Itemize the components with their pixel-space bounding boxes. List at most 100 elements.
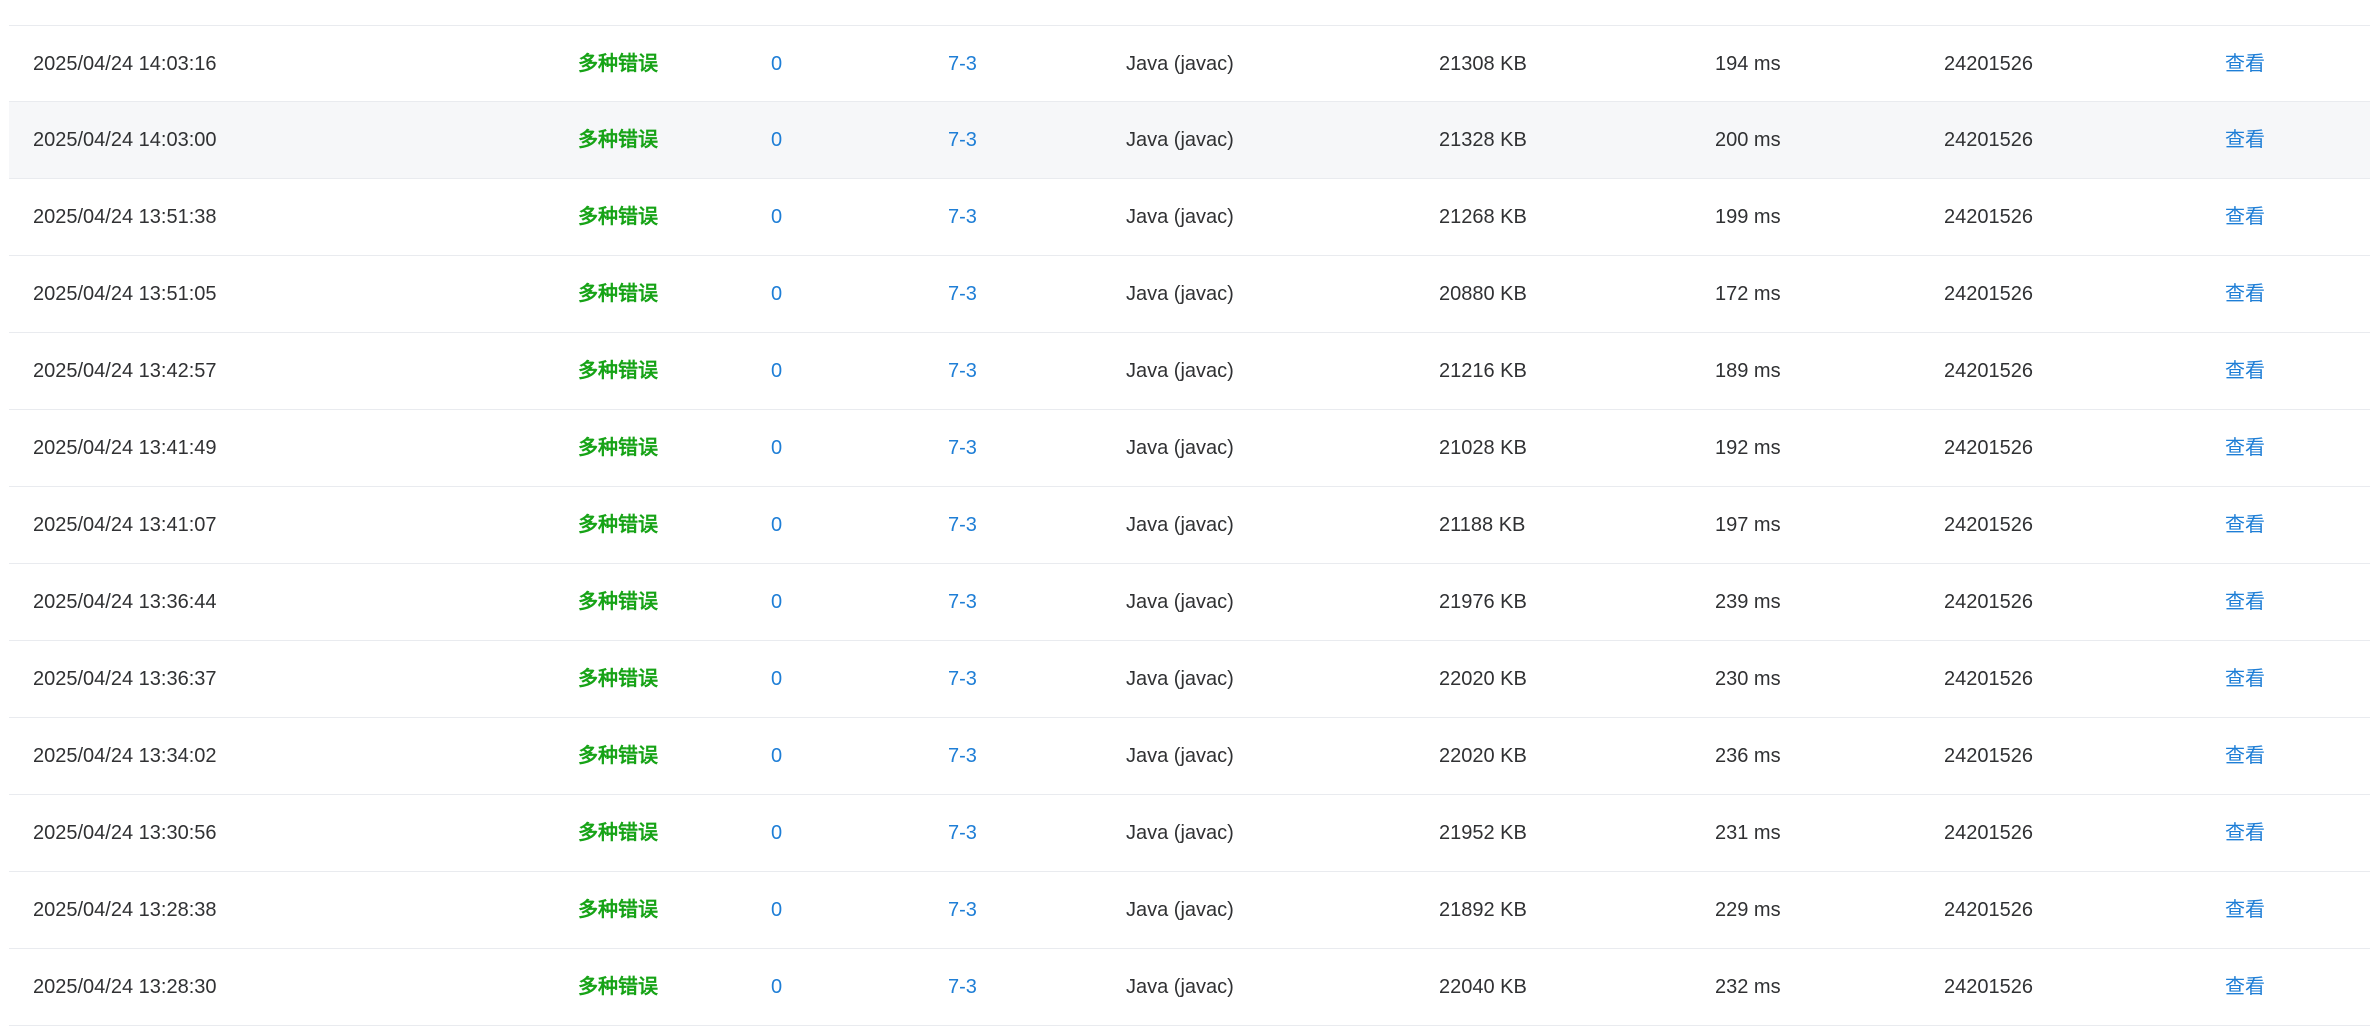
memory-text: 21188 KB	[1439, 514, 1526, 536]
view-link[interactable]: 查看	[2225, 564, 2265, 641]
status-label: 多种错误	[578, 129, 658, 151]
submit-time: 2025/04/24 13:51:05	[33, 283, 217, 305]
problem-link[interactable]: 7-3	[948, 179, 977, 256]
duration-text: 197 ms	[1715, 514, 1781, 536]
submit-time: 2025/04/24 13:41:49	[33, 437, 217, 459]
duration-text: 236 ms	[1715, 745, 1781, 767]
problem-link[interactable]: 7-3	[948, 487, 977, 564]
problem-link[interactable]: 7-3	[948, 333, 977, 410]
score-link[interactable]: 0	[771, 333, 782, 410]
view-link[interactable]: 查看	[2225, 487, 2265, 564]
table-row: 2025/04/24 14:03:16 多种错误 0 7-3 Java (jav…	[9, 25, 2370, 102]
score-link[interactable]: 0	[771, 795, 782, 872]
memory-text: 22040 KB	[1439, 976, 1527, 998]
memory-text: 21308 KB	[1439, 53, 1527, 75]
status-label: 多种错误	[578, 899, 658, 921]
score-link[interactable]: 0	[771, 410, 782, 487]
score-link[interactable]: 0	[771, 102, 782, 179]
problem-link[interactable]: 7-3	[948, 410, 977, 487]
language-text: Java (javac)	[1126, 668, 1234, 690]
duration-text: 231 ms	[1715, 822, 1781, 844]
status-label: 多种错误	[578, 437, 658, 459]
status-label: 多种错误	[578, 668, 658, 690]
score-link[interactable]: 0	[771, 718, 782, 795]
duration-text: 200 ms	[1715, 129, 1781, 151]
memory-text: 20880 KB	[1439, 283, 1527, 305]
problem-link[interactable]: 7-3	[948, 872, 977, 949]
user-id: 24201526	[1944, 668, 2033, 690]
problem-link[interactable]: 7-3	[948, 26, 977, 103]
problem-link[interactable]: 7-3	[948, 256, 977, 333]
user-id: 24201526	[1944, 822, 2033, 844]
submit-time: 2025/04/24 13:28:38	[33, 899, 217, 921]
score-link[interactable]: 0	[771, 872, 782, 949]
memory-text: 21976 KB	[1439, 591, 1527, 613]
user-id: 24201526	[1944, 514, 2033, 536]
score-link[interactable]: 0	[771, 179, 782, 256]
status-label: 多种错误	[578, 822, 658, 844]
view-link[interactable]: 查看	[2225, 641, 2265, 718]
duration-text: 192 ms	[1715, 437, 1781, 459]
user-id: 24201526	[1944, 591, 2033, 613]
status-label: 多种错误	[578, 283, 658, 305]
table-row: 2025/04/24 14:03:00 多种错误 0 7-3 Java (jav…	[9, 102, 2370, 179]
table-row: 2025/04/24 13:28:30 多种错误 0 7-3 Java (jav…	[9, 949, 2370, 1026]
table-row: 2025/04/24 13:41:07 多种错误 0 7-3 Java (jav…	[9, 487, 2370, 564]
user-id: 24201526	[1944, 745, 2033, 767]
view-link[interactable]: 查看	[2225, 256, 2265, 333]
memory-text: 21952 KB	[1439, 822, 1527, 844]
memory-text: 22020 KB	[1439, 745, 1527, 767]
problem-link[interactable]: 7-3	[948, 718, 977, 795]
problem-link[interactable]: 7-3	[948, 795, 977, 872]
table-row: 2025/04/24 13:36:37 多种错误 0 7-3 Java (jav…	[9, 641, 2370, 718]
memory-text: 21216 KB	[1439, 360, 1527, 382]
score-link[interactable]: 0	[771, 487, 782, 564]
table-row: 2025/04/24 13:30:56 多种错误 0 7-3 Java (jav…	[9, 795, 2370, 872]
duration-text: 239 ms	[1715, 591, 1781, 613]
view-link[interactable]: 查看	[2225, 872, 2265, 949]
status-label: 多种错误	[578, 53, 658, 75]
score-link[interactable]: 0	[771, 949, 782, 1026]
duration-text: 230 ms	[1715, 668, 1781, 690]
submit-time: 2025/04/24 13:36:44	[33, 591, 217, 613]
view-link[interactable]: 查看	[2225, 949, 2265, 1026]
score-link[interactable]: 0	[771, 641, 782, 718]
table-row: 2025/04/24 13:36:44 多种错误 0 7-3 Java (jav…	[9, 564, 2370, 641]
view-link[interactable]: 查看	[2225, 410, 2265, 487]
language-text: Java (javac)	[1126, 283, 1234, 305]
problem-link[interactable]: 7-3	[948, 949, 977, 1026]
problem-link[interactable]: 7-3	[948, 641, 977, 718]
language-text: Java (javac)	[1126, 976, 1234, 998]
status-label: 多种错误	[578, 745, 658, 767]
language-text: Java (javac)	[1126, 514, 1234, 536]
status-label: 多种错误	[578, 514, 658, 536]
problem-link[interactable]: 7-3	[948, 102, 977, 179]
view-link[interactable]: 查看	[2225, 26, 2265, 103]
view-link[interactable]: 查看	[2225, 718, 2265, 795]
memory-text: 21268 KB	[1439, 206, 1527, 228]
problem-link[interactable]: 7-3	[948, 564, 977, 641]
submit-time: 2025/04/24 13:42:57	[33, 360, 217, 382]
language-text: Java (javac)	[1126, 206, 1234, 228]
language-text: Java (javac)	[1126, 899, 1234, 921]
view-link[interactable]: 查看	[2225, 333, 2265, 410]
view-link[interactable]: 查看	[2225, 102, 2265, 179]
user-id: 24201526	[1944, 283, 2033, 305]
status-label: 多种错误	[578, 206, 658, 228]
view-link[interactable]: 查看	[2225, 179, 2265, 256]
status-label: 多种错误	[578, 976, 658, 998]
submit-time: 2025/04/24 13:30:56	[33, 822, 217, 844]
view-link[interactable]: 查看	[2225, 795, 2265, 872]
table-row: 2025/04/24 13:34:02 多种错误 0 7-3 Java (jav…	[9, 718, 2370, 795]
language-text: Java (javac)	[1126, 53, 1234, 75]
duration-text: 189 ms	[1715, 360, 1781, 382]
score-link[interactable]: 0	[771, 26, 782, 103]
score-link[interactable]: 0	[771, 256, 782, 333]
score-link[interactable]: 0	[771, 564, 782, 641]
submit-time: 2025/04/24 13:28:30	[33, 976, 217, 998]
memory-text: 21892 KB	[1439, 899, 1527, 921]
duration-text: 194 ms	[1715, 53, 1781, 75]
submit-time: 2025/04/24 13:34:02	[33, 745, 217, 767]
table-row: 2025/04/24 13:51:38 多种错误 0 7-3 Java (jav…	[9, 179, 2370, 256]
status-label: 多种错误	[578, 360, 658, 382]
